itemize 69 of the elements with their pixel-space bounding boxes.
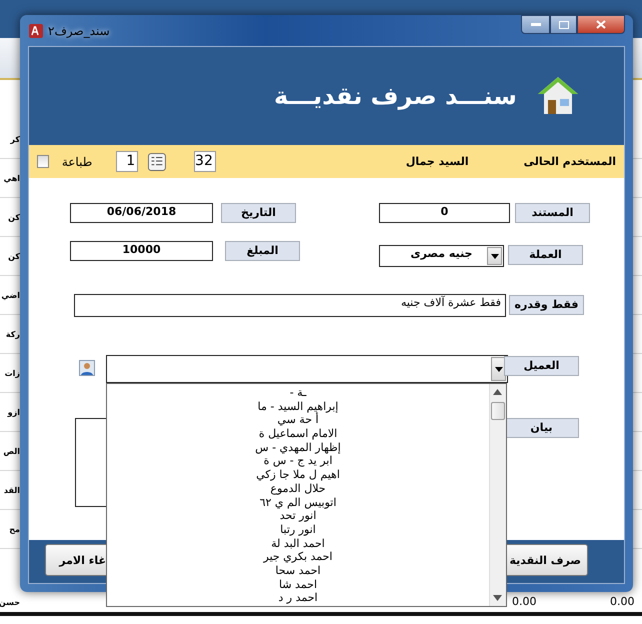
app-icon bbox=[28, 22, 44, 38]
list-icon[interactable] bbox=[148, 152, 166, 172]
table-cell: 0.00 bbox=[512, 595, 536, 608]
cancel-button[interactable]: غاء الامر bbox=[45, 544, 106, 576]
caret-icon bbox=[490, 254, 498, 258]
form-title: سنـــد صرف نقديـــة bbox=[274, 82, 517, 110]
date-label: التاريخ bbox=[221, 203, 296, 223]
customer-option[interactable]: إظهار المهدي - س bbox=[255, 440, 341, 454]
customer-option[interactable]: الامام اسماعيل ة bbox=[258, 427, 338, 441]
customer-option[interactable]: انور تحد bbox=[280, 509, 316, 523]
customer-option[interactable]: اهيم ل ملا جا زكي bbox=[256, 468, 340, 482]
customer-option[interactable]: احمد بكري جير bbox=[264, 550, 332, 564]
customer-option[interactable]: إبراهيم السيد - ما bbox=[258, 400, 338, 414]
close-button[interactable] bbox=[577, 15, 625, 34]
print-checkbox[interactable] bbox=[37, 155, 49, 168]
table-cell: 0.00 bbox=[610, 595, 634, 608]
customer-option[interactable]: ابر يد ج - س ة bbox=[264, 454, 332, 468]
table-cell-text: ازو bbox=[6, 408, 20, 416]
table-cell-text: ركة bbox=[4, 330, 20, 338]
currency-dropdown[interactable]: جنيه مصرى bbox=[379, 245, 504, 267]
currency-label: العملة bbox=[508, 245, 583, 265]
customer-option[interactable]: احمد البد لة bbox=[271, 536, 325, 550]
table-cell-text: اهي bbox=[2, 174, 20, 182]
table-cell-text: زات bbox=[4, 368, 20, 378]
number-field[interactable]: 32 bbox=[194, 151, 216, 172]
minimize-icon bbox=[530, 23, 540, 26]
print-label: طباعة bbox=[62, 154, 92, 168]
amount-field[interactable]: 10000 bbox=[70, 241, 213, 261]
statement-field[interactable] bbox=[75, 418, 106, 507]
table-cell-text: كن bbox=[7, 212, 20, 222]
table-cell-text: القد bbox=[2, 486, 20, 494]
scroll-up-icon bbox=[493, 389, 502, 395]
customer-dropdown[interactable] bbox=[106, 355, 508, 383]
customer-option[interactable]: احمد سحا bbox=[275, 564, 321, 578]
dropdown-button[interactable] bbox=[487, 247, 502, 265]
scrollbar[interactable] bbox=[489, 384, 506, 606]
amount-words-field[interactable]: فقط عشرة آلاف جنيه bbox=[74, 294, 506, 317]
customer-option[interactable]: اتوبيس الم ي ٦٢ bbox=[260, 496, 336, 510]
scroll-thumb[interactable] bbox=[491, 402, 505, 420]
page-field[interactable]: 1 bbox=[116, 151, 138, 172]
document-field[interactable]: 0 bbox=[379, 203, 510, 223]
table-cell-text: كر bbox=[9, 134, 20, 144]
table-cell: اضي bbox=[0, 290, 20, 300]
current-user-name: السيد جمال bbox=[406, 155, 469, 168]
pay-cash-button[interactable]: صرف النقدية bbox=[507, 544, 588, 576]
document-label: المستند bbox=[515, 203, 590, 223]
date-field[interactable]: 06/06/2018 bbox=[70, 203, 213, 223]
customer-option[interactable]: حلال الدموع bbox=[270, 482, 326, 496]
current-user-label: المستخدم الحالى bbox=[524, 155, 616, 168]
amount-words-label: فقط وقدره bbox=[509, 295, 584, 315]
close-icon bbox=[596, 20, 606, 29]
amount-label: المبلغ bbox=[225, 241, 300, 261]
customer-option[interactable]: ـة - bbox=[290, 386, 306, 400]
table-cell-text: كن bbox=[7, 252, 20, 260]
caret-icon bbox=[494, 366, 502, 372]
statement-label: بيان bbox=[504, 418, 579, 438]
minimize-button[interactable] bbox=[521, 15, 550, 34]
person-icon[interactable] bbox=[79, 360, 95, 376]
customer-option[interactable]: احمد ر د bbox=[278, 591, 318, 605]
customer-option[interactable]: احمد شا bbox=[278, 578, 318, 592]
maximize-icon bbox=[558, 20, 568, 28]
window-title: سند_صرف٢ bbox=[48, 24, 110, 38]
customer-option[interactable]: انور رتبا bbox=[280, 522, 316, 537]
table-cell-text: مح bbox=[8, 524, 20, 534]
scroll-down-icon bbox=[493, 595, 502, 601]
customer-label: العميل bbox=[504, 356, 579, 376]
table-cell-text: الص bbox=[2, 446, 20, 456]
maximize-button[interactable] bbox=[550, 15, 577, 34]
customer-option[interactable]: أ حة سي bbox=[277, 413, 319, 428]
